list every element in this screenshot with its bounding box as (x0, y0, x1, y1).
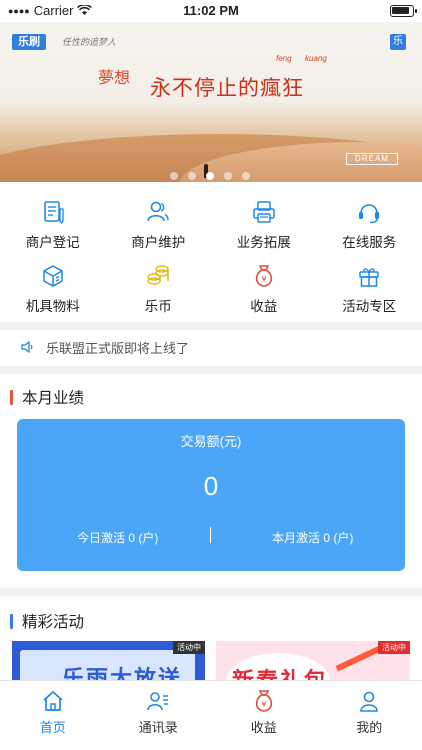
menu-label: 收益 (250, 299, 278, 314)
menu-label: 业务拓展 (236, 235, 291, 250)
activation-row: 今日激活 0 (户) 本月激活 0 (户) (17, 527, 405, 547)
users-icon (147, 201, 169, 222)
feature-grid: 商户登记 商户维护 业务拓展 在线服务 机具物料 乐币 ¥ 收益 活动专区 (0, 190, 422, 318)
amount-label: 交易额(元) (180, 434, 242, 449)
activity-status-badge: 活动中 (378, 641, 410, 654)
performance-header: 本月业绩 (0, 382, 422, 412)
amount-value: 0 (203, 471, 219, 501)
section-accent-bar (10, 613, 13, 629)
carousel-dot-active[interactable] (206, 172, 214, 180)
status-bar: ●●●● Carrier 11:02 PM (0, 0, 422, 22)
brand-logo: 乐刷 (12, 34, 46, 50)
menu-label: 活动专区 (342, 299, 397, 314)
person-icon (360, 691, 379, 712)
tab-mine[interactable]: 我的 (317, 681, 422, 750)
carousel-dot[interactable] (170, 172, 178, 180)
activity-title: 乐雨大放送 (62, 666, 183, 681)
menu-label: 在线服务 (342, 235, 397, 250)
section-divider (0, 322, 422, 330)
svg-text:¥: ¥ (261, 275, 266, 284)
battery-icon (390, 5, 417, 17)
activity-card[interactable]: 乐雨大放送 活动中 (12, 641, 205, 681)
carousel-indicator[interactable] (170, 172, 250, 180)
brand-mark: 乐 (390, 34, 406, 50)
document-icon (43, 201, 64, 225)
printer-icon (253, 201, 275, 223)
activity-card[interactable]: 新春礼包 活动中 (216, 641, 410, 681)
section-accent-bar (10, 389, 13, 405)
section-title: 本月业绩 (22, 390, 85, 407)
menu-label: 机具物料 (25, 299, 80, 314)
menu-item-activities[interactable]: 活动专区 (317, 254, 422, 318)
stat-divider (210, 527, 211, 543)
banner-tag: DREAM (346, 153, 398, 165)
banner-dream-word: 夢想 (98, 68, 131, 87)
menu-item-merchant-maintain[interactable]: 商户维护 (106, 190, 212, 254)
menu-label: 乐币 (144, 299, 172, 314)
tab-contacts[interactable]: 通讯录 (106, 681, 212, 750)
menu-item-merchant-register[interactable]: 商户登记 (0, 190, 106, 254)
carousel-dot[interactable] (242, 172, 250, 180)
banner-slogan: 永不停止的瘋狂 (150, 76, 304, 100)
activity-list: 乐雨大放送 活动中 新春礼包 活动中 (0, 641, 422, 681)
cube-icon (43, 265, 63, 287)
activity-status-badge: 活动中 (173, 641, 205, 654)
announcement-bar[interactable]: 乐联盟正式版即将上线了 (0, 331, 422, 363)
carousel-dot[interactable] (224, 172, 232, 180)
menu-label: 商户登记 (25, 235, 80, 250)
headset-icon (359, 204, 380, 224)
menu-item-earnings[interactable]: ¥ 收益 (211, 254, 317, 318)
activity-title: 新春礼包 (232, 668, 329, 681)
svg-text:¥: ¥ (261, 700, 266, 709)
menu-item-online-service[interactable]: 在线服务 (317, 190, 422, 254)
tab-label: 收益 (250, 720, 277, 735)
month-activation: 本月激活 0 (户) (272, 531, 354, 545)
bottom-tab-bar: 首页 通讯录 ¥ 收益 我的 (0, 680, 422, 750)
section-title: 精彩活动 (22, 614, 85, 631)
tab-label: 通讯录 (138, 720, 178, 735)
banner-pinyin: feng (276, 54, 292, 63)
performance-card[interactable]: 交易额(元) 0 今日激活 0 (户) 本月激活 0 (户) (17, 419, 405, 571)
gift-icon (359, 268, 379, 287)
today-activation: 今日激活 0 (户) (77, 531, 159, 545)
banner-signature: 任性的追梦人 (62, 37, 117, 47)
menu-item-le-coin[interactable]: 乐币 (106, 254, 212, 318)
tab-label: 首页 (39, 720, 66, 735)
money-bag-icon: ¥ (255, 265, 272, 287)
tab-home[interactable]: 首页 (0, 681, 106, 750)
promo-banner[interactable]: 乐刷 任性的追梦人 乐 feng kuang 夢想 永不停止的瘋狂 DREAM (0, 22, 422, 182)
announcement-text: 乐联盟正式版即将上线了 (46, 340, 190, 356)
carousel-dot[interactable] (188, 172, 196, 180)
money-bag-icon: ¥ (255, 690, 272, 712)
contacts-icon (147, 692, 169, 711)
menu-item-business-expand[interactable]: 业务拓展 (211, 190, 317, 254)
tab-earnings[interactable]: ¥ 收益 (211, 681, 317, 750)
coins-icon (147, 265, 169, 285)
section-divider (0, 366, 422, 374)
status-time: 11:02 PM (183, 3, 239, 18)
menu-label: 商户维护 (131, 235, 186, 250)
home-icon (43, 690, 63, 711)
section-divider (0, 588, 422, 596)
speaker-icon (21, 340, 33, 354)
activities-header: 精彩活动 (0, 606, 422, 636)
menu-item-equipment[interactable]: 机具物料 (0, 254, 106, 318)
tab-label: 我的 (356, 720, 383, 735)
banner-pinyin: kuang (305, 54, 327, 63)
